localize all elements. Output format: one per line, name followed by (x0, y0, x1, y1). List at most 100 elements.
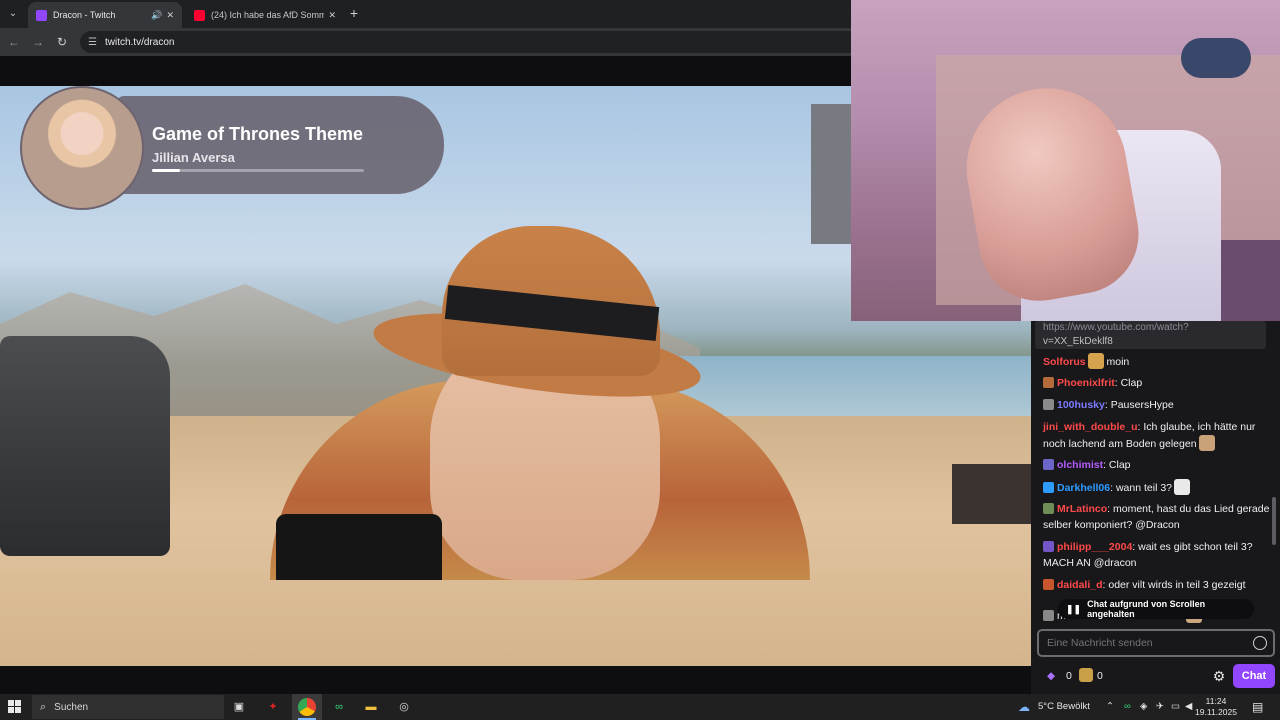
close-tab-icon[interactable]: ✕ (328, 10, 336, 21)
tab-search-chevron-icon[interactable]: ⌄ (4, 5, 22, 23)
taskbar-search[interactable]: ⌕ Suchen (32, 695, 224, 719)
app-red-icon[interactable]: ✦ (264, 698, 282, 716)
weather-text[interactable]: 5°C Bewölkt (1038, 694, 1090, 720)
chat-username[interactable]: Darkhell06 (1057, 482, 1110, 494)
bits-icon[interactable]: ◆ (1047, 670, 1055, 682)
address-text: twitch.tv/dracon (104, 36, 175, 48)
chat-username[interactable]: 100husky (1057, 399, 1105, 411)
chat-emote-icon (1198, 435, 1215, 451)
tab-youtube[interactable]: (24) Ich habe das AfD Sommerf ✕ (186, 2, 344, 28)
chat-message: MrLatinco: moment, hast du das Lied gera… (1043, 501, 1273, 533)
chat-emote-icon (1174, 479, 1190, 495)
channel-points-count: 0 (1097, 670, 1103, 682)
windows-taskbar: ⌕ Suchen ▣ ✦ ∞ ▬ ◎ ☁ 5°C Bewölkt ⌃ ∞ ◈ ✈… (0, 694, 1280, 720)
reload-icon[interactable]: ↻ (54, 34, 70, 50)
emote-picker-icon[interactable] (1253, 636, 1267, 650)
taskbar-clock[interactable]: 11:24 19.11.2025 (1194, 696, 1238, 718)
file-explorer-icon[interactable]: ▬ (362, 698, 380, 716)
tray-app2-icon[interactable]: ✈ (1156, 694, 1164, 720)
now-playing-card (116, 96, 444, 194)
clock-time: 11:24 (1205, 696, 1227, 706)
search-label: Suchen (54, 701, 89, 713)
chat-message-text: : PausersHype (1104, 399, 1174, 411)
paused-text: Chat aufgrund von Scrollen angehalten (1087, 599, 1206, 619)
pause-icon: ❚❚ (1066, 603, 1082, 614)
chat-send-button[interactable]: Chat (1233, 664, 1275, 688)
cam-clothes (1181, 38, 1251, 78)
twitch-favicon-icon (36, 9, 47, 21)
tab-title: (24) Ich habe das AfD Sommerf (211, 10, 325, 20)
chat-message-text: : wann teil 3? (1110, 482, 1172, 494)
chat-message: olchimist: Clap (1043, 457, 1273, 473)
app-circle-icon[interactable]: ◎ (395, 698, 413, 716)
chat-paused-notice[interactable]: ❚❚ Chat aufgrund von Scrollen angehalten (1058, 599, 1254, 619)
scene-grill (0, 336, 170, 556)
tray-chevron-icon[interactable]: ⌃ (1106, 694, 1114, 720)
chat-username[interactable]: olchimist (1057, 459, 1103, 471)
chat-message-text: : oder vilt wirds in teil 3 gezeigt (1102, 579, 1246, 591)
chat-message-text: : Clap (1103, 459, 1131, 471)
chat-emote-icon (1087, 353, 1104, 369)
user-badge-icon[interactable] (1043, 579, 1054, 590)
weather-cloud-icon: ☁ (1018, 700, 1030, 714)
chat-username[interactable]: daidali_d (1057, 579, 1103, 591)
chat-username[interactable]: Phoenixlfrit (1057, 377, 1115, 389)
microphone (276, 514, 442, 580)
user-badge-icon[interactable] (1043, 377, 1054, 388)
now-playing-cover-art (20, 86, 144, 210)
now-playing-progress-fill (152, 169, 180, 172)
chat-message: daidali_d: oder vilt wirds in teil 3 gez… (1043, 577, 1273, 593)
chat-username[interactable]: jini_with_double_u (1043, 421, 1138, 433)
channel-points-icon[interactable] (1079, 668, 1093, 682)
search-icon: ⌕ (40, 700, 47, 713)
bits-count: 0 (1066, 670, 1072, 682)
overlay-panel (811, 104, 851, 244)
windows-start-icon[interactable] (8, 700, 22, 714)
user-badge-icon[interactable] (1043, 399, 1054, 410)
chat-message-field[interactable] (1047, 637, 1237, 649)
webcam-feed (851, 0, 1280, 321)
close-tab-icon[interactable]: ✕ (166, 10, 174, 21)
tab-dracon-twitch[interactable]: Dracon - Twitch 🔊 ✕ (28, 2, 182, 28)
chat-input[interactable] (1037, 629, 1275, 657)
chat-username[interactable]: Solforus (1043, 356, 1086, 368)
chat-message: Phoenixlfrit: Clap (1043, 375, 1273, 391)
forward-arrow-icon[interactable]: → (30, 34, 46, 50)
user-badge-icon[interactable] (1043, 541, 1054, 552)
chat-message-text: moin (1103, 356, 1130, 368)
clock-date: 19.11.2025 (1195, 707, 1237, 717)
chat-pinned-link[interactable]: https://www.youtube.com/watch? v=XX_EkDe… (1035, 321, 1266, 349)
chat-scrollbar[interactable] (1272, 497, 1276, 545)
chat-message: philipp___2004: wait es gibt schon teil … (1043, 539, 1273, 571)
chat-settings-gear-icon[interactable]: ⚙ (1210, 667, 1228, 685)
chat-message: 100husky: PausersHype (1043, 397, 1273, 413)
chat-message: jini_with_double_u: Ich glaube, ich hätt… (1043, 419, 1273, 452)
scene-chair (952, 464, 1031, 524)
tab-title: Dracon - Twitch (53, 10, 116, 20)
new-tab-button[interactable]: + (346, 5, 362, 21)
volume-icon[interactable]: ◀ (1185, 694, 1192, 720)
user-badge-icon[interactable] (1043, 610, 1054, 621)
chat-message: Solforus moin (1043, 353, 1273, 370)
network-icon[interactable]: ▭ (1171, 694, 1180, 720)
tray-app-icon[interactable]: ∞ (1124, 694, 1131, 720)
site-info-icon[interactable]: ☰ (88, 37, 97, 48)
chrome-icon[interactable] (298, 698, 316, 716)
task-view-icon[interactable]: ▣ (230, 698, 248, 716)
youtube-favicon-icon (194, 9, 205, 21)
now-playing-artist: Jillian Aversa (152, 150, 235, 165)
link-line-2: v=XX_EkDeklf8 (1043, 336, 1113, 347)
user-badge-icon[interactable] (1043, 503, 1054, 514)
now-playing-title: Game of Thrones Theme (152, 124, 364, 144)
app-green-icon[interactable]: ∞ (330, 698, 348, 716)
chat-username[interactable]: MrLatinco (1057, 503, 1107, 515)
tray-shield-icon[interactable]: ◈ (1140, 694, 1147, 720)
notifications-icon[interactable]: ▤ (1252, 694, 1263, 720)
user-badge-icon[interactable] (1043, 459, 1054, 470)
back-arrow-icon[interactable]: ← (6, 34, 22, 50)
chat-username[interactable]: philipp___2004 (1057, 541, 1132, 553)
speaker-icon[interactable]: 🔊 (151, 10, 162, 21)
address-bar[interactable]: ☰ twitch.tv/dracon (80, 31, 860, 53)
chat-message: Darkhell06: wann teil 3? (1043, 479, 1273, 496)
user-badge-icon[interactable] (1043, 482, 1054, 493)
